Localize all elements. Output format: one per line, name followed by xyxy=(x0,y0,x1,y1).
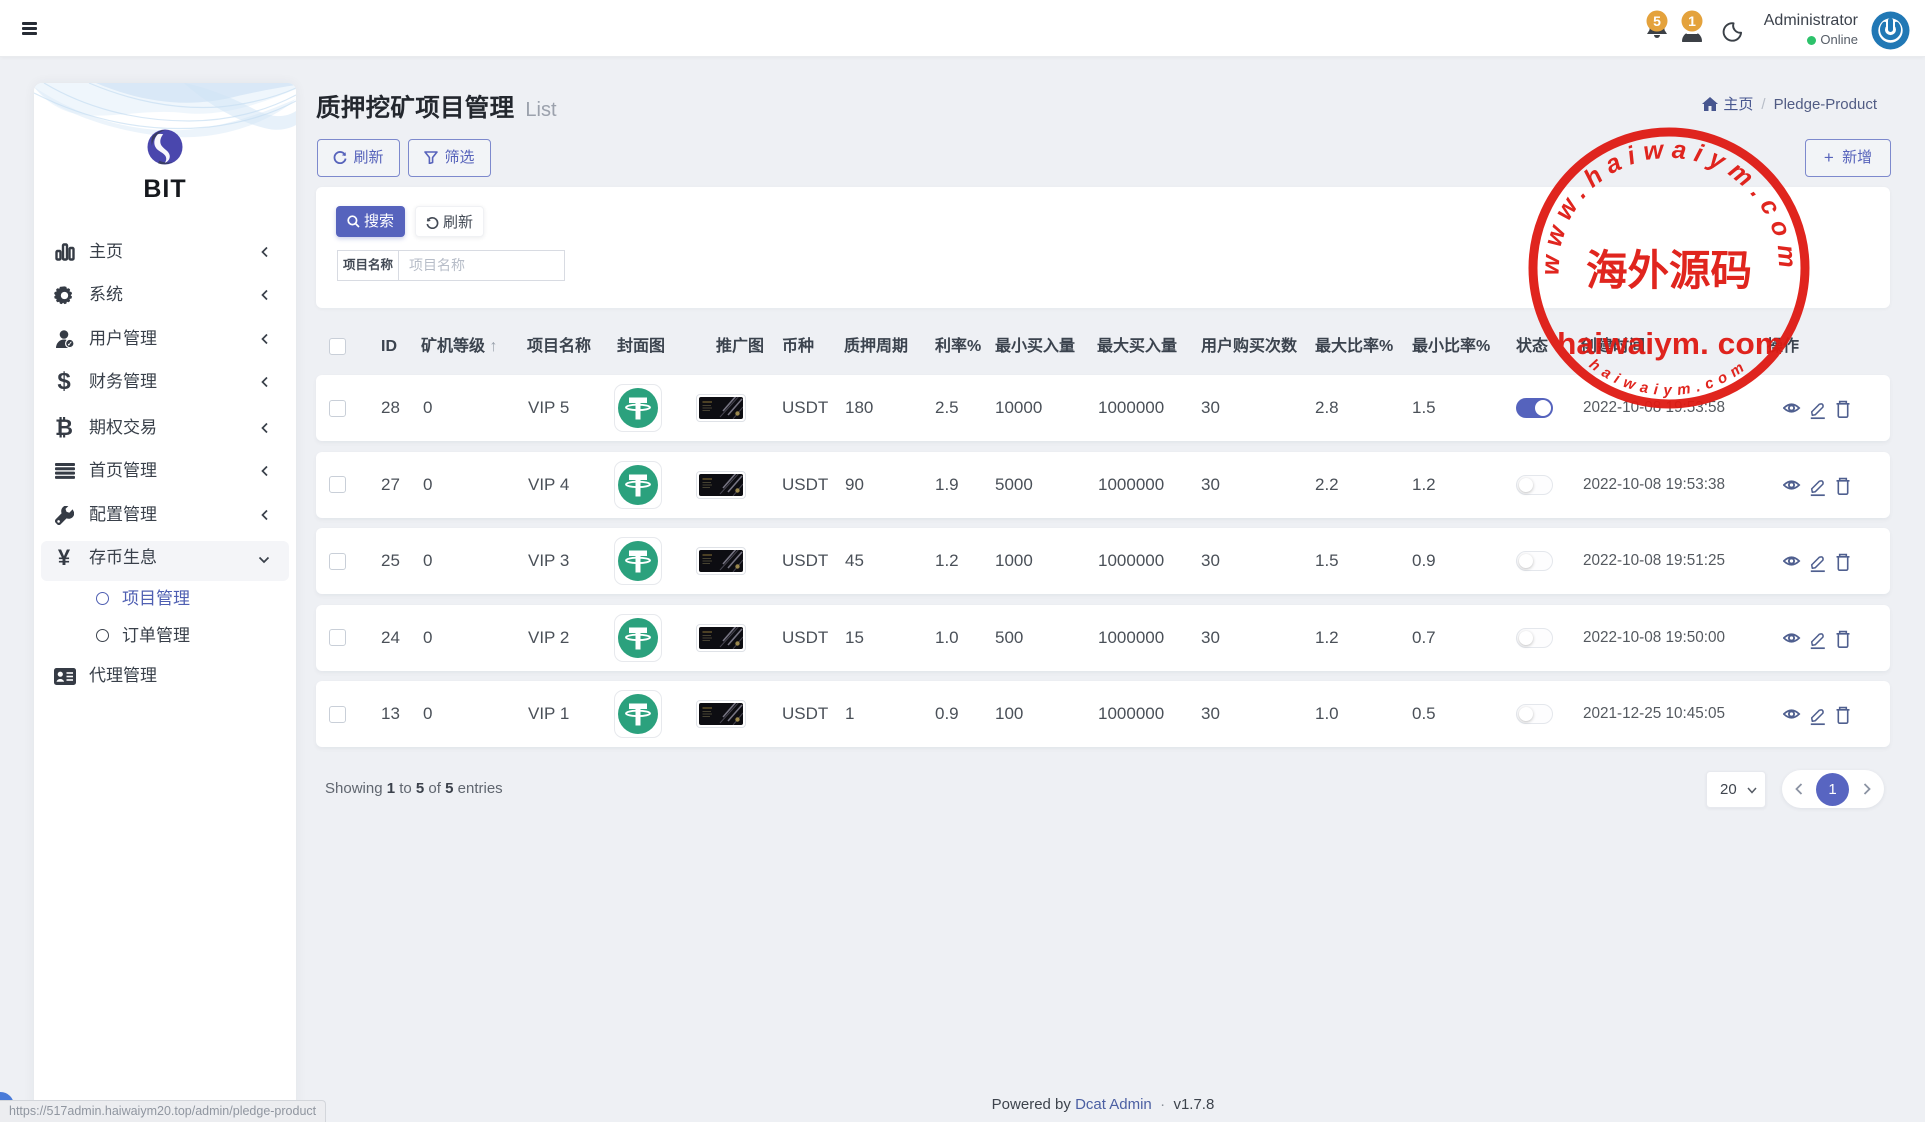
svg-text:✓: ✓ xyxy=(67,341,72,348)
svg-text:海外源码: 海外源码 xyxy=(1586,248,1752,295)
svg-text:5: 5 xyxy=(1653,13,1661,29)
svg-text:haiwaiym. com: haiwaiym. com xyxy=(1557,326,1783,361)
svg-text:1: 1 xyxy=(1688,13,1696,29)
